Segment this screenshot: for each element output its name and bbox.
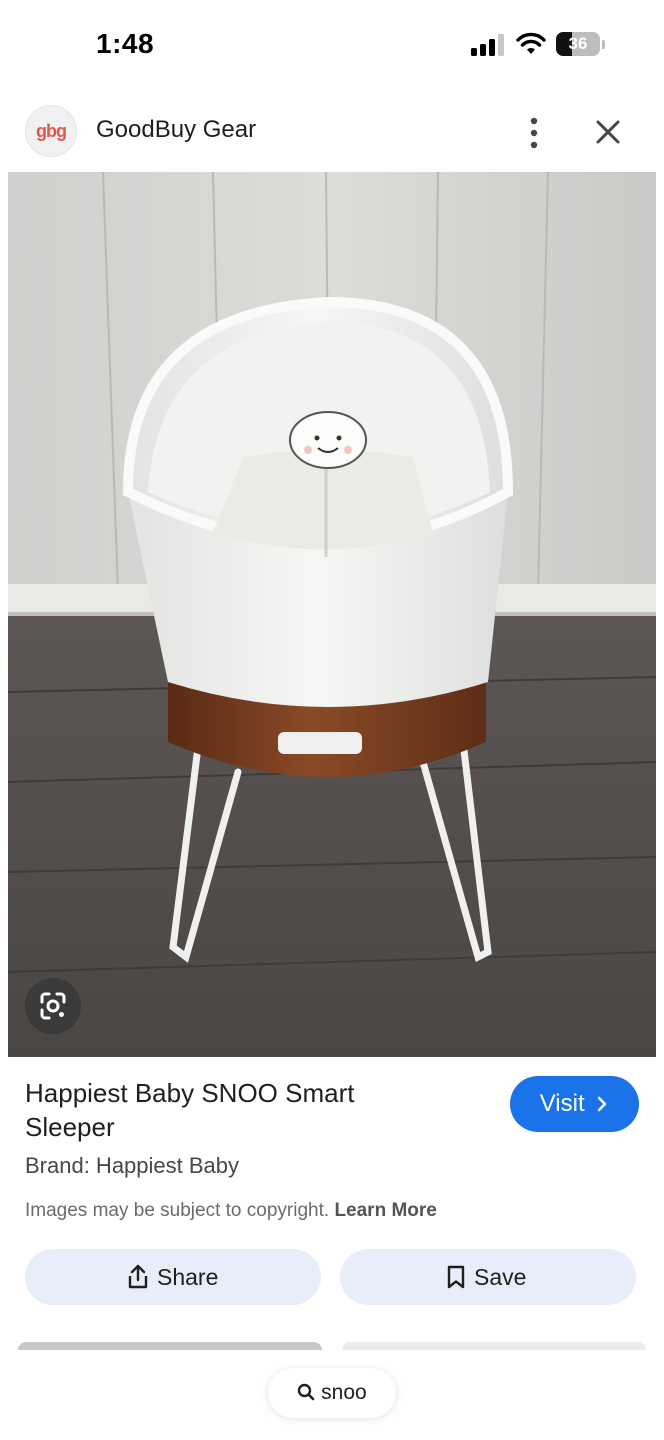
clock: 1:48 — [96, 28, 155, 59]
chevron-right-icon — [597, 1096, 607, 1112]
more-vert-icon[interactable] — [520, 116, 548, 150]
related-card-left[interactable] — [18, 1342, 322, 1350]
source-logo[interactable]: gbg — [25, 105, 77, 157]
lens-icon — [40, 992, 66, 1020]
related-card-right[interactable] — [342, 1342, 646, 1350]
source-header: gbg GoodBuy Gear — [0, 100, 664, 164]
save-label: Save — [474, 1264, 527, 1290]
search-query-pill[interactable]: snoo — [268, 1368, 396, 1418]
cellular-signal-icon — [471, 34, 504, 56]
visit-button[interactable]: Visit — [510, 1076, 639, 1132]
bookmark-icon — [447, 1265, 465, 1289]
visit-label: Visit — [539, 1090, 585, 1117]
result-title[interactable]: Happiest Baby SNOO Smart Sleeper — [25, 1076, 445, 1144]
battery-level: 36 — [568, 34, 588, 53]
share-button[interactable]: Share — [25, 1249, 321, 1305]
copyright-notice: Images may be subject to copyright. Lear… — [25, 1200, 437, 1222]
copyright-text: Images may be subject to copyright. — [25, 1200, 330, 1221]
search-query: snoo — [321, 1381, 367, 1404]
share-icon — [128, 1264, 148, 1289]
search-icon — [298, 1383, 315, 1401]
learn-more-link[interactable]: Learn More — [334, 1200, 436, 1221]
save-button[interactable]: Save — [340, 1249, 636, 1305]
battery-icon: 36 — [556, 32, 606, 58]
close-icon[interactable] — [592, 116, 624, 148]
product-image[interactable] — [8, 172, 656, 1057]
lens-button[interactable] — [25, 978, 81, 1034]
status-bar: 1:48 36 — [0, 0, 664, 92]
source-name[interactable]: GoodBuy Gear — [96, 116, 256, 144]
wifi-icon — [516, 32, 546, 54]
brand-text: Brand: Happiest Baby — [25, 1153, 240, 1178]
share-label: Share — [157, 1264, 219, 1290]
